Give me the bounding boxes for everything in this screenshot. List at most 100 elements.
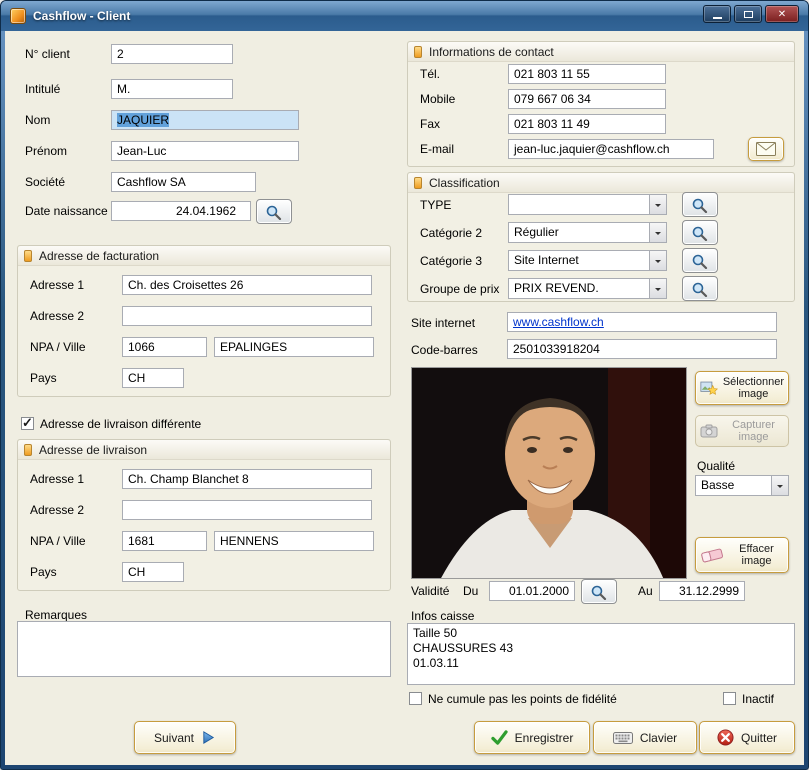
magnifier-icon <box>591 585 607 600</box>
email-field[interactable]: jean-luc.jaquier@cashflow.ch <box>508 139 714 159</box>
validite-lookup-button[interactable] <box>581 579 617 604</box>
date-naissance-lookup-button[interactable] <box>256 199 292 224</box>
infos-caisse-textarea[interactable]: Taille 50 CHAUSSURES 43 01.03.11 <box>407 623 795 685</box>
categorie2-lookup-button[interactable] <box>682 220 718 245</box>
livr-adresse2-label: Adresse 2 <box>30 503 85 517</box>
categorie2-combo[interactable]: Régulier <box>508 222 667 243</box>
date-naissance-label: Date naissance <box>25 204 108 218</box>
minimize-icon <box>712 16 722 19</box>
contact-header: Informations de contact <box>408 42 794 62</box>
quitter-button[interactable]: Quitter <box>699 721 795 754</box>
minimize-button[interactable] <box>703 5 731 23</box>
groupe-prix-lookup-button[interactable] <box>682 276 718 301</box>
selected-text: JAQUIER <box>117 113 170 127</box>
no-client-field[interactable]: 2 <box>111 44 233 64</box>
prenom-field[interactable]: Jean-Luc <box>111 141 299 161</box>
maximize-icon <box>743 10 753 18</box>
livr-adresse1-field[interactable]: Ch. Champ Blanchet 8 <box>122 469 372 489</box>
groupe-prix-value: PRIX REVEND. <box>514 281 599 295</box>
livr-pays-field[interactable]: CH <box>122 562 184 582</box>
livraison-differente-checkbox[interactable] <box>21 415 34 431</box>
tel-field[interactable]: 021 803 11 55 <box>508 64 666 84</box>
intitule-label: Intitulé <box>25 82 61 96</box>
societe-label: Société <box>25 175 66 189</box>
livr-adresse1-label: Adresse 1 <box>30 472 85 486</box>
portrait-image <box>412 368 686 578</box>
societe-field[interactable]: Cashflow SA <box>111 172 256 192</box>
classification-title: Classification <box>429 175 500 190</box>
send-email-button[interactable] <box>748 137 784 161</box>
group-accent-icon <box>414 45 422 58</box>
date-naissance-field[interactable]: 24.04.1962 <box>111 201 251 221</box>
type-lookup-button[interactable] <box>682 192 718 217</box>
inactif-checkbox[interactable] <box>723 692 736 705</box>
selectionner-image-button[interactable]: Sélectionner image <box>695 371 789 405</box>
enregistrer-button[interactable]: Enregistrer <box>474 721 590 754</box>
tel-label: Tél. <box>420 67 441 81</box>
site-internet-field[interactable]: www.cashflow.ch <box>507 312 777 332</box>
client-photo <box>411 367 687 579</box>
groupe-prix-combo[interactable]: PRIX REVEND. <box>508 278 667 299</box>
fact-npa-ville-label: NPA / Ville <box>30 340 86 354</box>
categorie2-label: Catégorie 2 <box>420 226 483 240</box>
qualite-combo[interactable]: Basse <box>695 475 789 496</box>
site-internet-label: Site internet <box>411 316 476 330</box>
close-button[interactable]: ✕ <box>765 5 799 23</box>
qualite-label: Qualité <box>697 459 736 473</box>
mobile-label: Mobile <box>420 92 456 106</box>
livr-npa-field[interactable]: 1681 <box>122 531 207 551</box>
mobile-field[interactable]: 079 667 06 34 <box>508 89 666 109</box>
title-bar[interactable]: Cashflow - Client ✕ <box>1 1 808 31</box>
clavier-button[interactable]: Clavier <box>593 721 697 754</box>
adresse-livraison-group: Adresse de livraison Adresse 1 Ch. Champ… <box>17 439 391 591</box>
remarques-textarea[interactable] <box>17 621 391 677</box>
magnifier-icon <box>692 226 708 241</box>
capturer-image-button[interactable]: Capturer image <box>695 415 789 447</box>
app-icon <box>10 8 26 24</box>
livr-pays-label: Pays <box>30 565 57 579</box>
code-barres-field[interactable]: 2501033918204 <box>507 339 777 359</box>
categorie3-combo[interactable]: Site Internet <box>508 250 667 271</box>
eraser-icon <box>701 548 723 563</box>
site-internet-link[interactable]: www.cashflow.ch <box>513 315 604 329</box>
adresse-facturation-group: Adresse de facturation Adresse 1 Ch. des… <box>17 245 391 397</box>
maximize-button[interactable] <box>734 5 762 23</box>
fact-pays-field[interactable]: CH <box>122 368 184 388</box>
fidelite-checkbox[interactable] <box>409 692 422 705</box>
livr-npa-ville-label: NPA / Ville <box>30 534 86 548</box>
fact-ville-field[interactable]: EPALINGES <box>214 337 374 357</box>
suivant-button[interactable]: Suivant <box>134 721 236 754</box>
group-accent-icon <box>24 443 32 456</box>
fact-adresse1-field[interactable]: Ch. des Croisettes 26 <box>122 275 372 295</box>
close-circle-icon <box>717 729 734 746</box>
contact-title: Informations de contact <box>429 44 554 59</box>
validite-du-label: Du <box>463 584 479 598</box>
chevron-down-icon <box>649 195 666 214</box>
categorie3-lookup-button[interactable] <box>682 248 718 273</box>
quitter-label: Quitter <box>740 730 777 745</box>
nom-field[interactable]: JAQUIER <box>111 110 299 130</box>
nom-label: Nom <box>25 113 51 127</box>
fact-pays-label: Pays <box>30 371 57 385</box>
validite-au-label: Au <box>638 584 653 598</box>
type-combo[interactable] <box>508 194 667 215</box>
fact-npa-field[interactable]: 1066 <box>122 337 207 357</box>
prenom-label: Prénom <box>25 144 68 158</box>
livr-adresse2-field[interactable] <box>122 500 372 520</box>
no-client-label: N° client <box>25 47 70 61</box>
fact-adresse2-label: Adresse 2 <box>30 309 85 323</box>
envelope-icon <box>756 142 776 156</box>
fax-field[interactable]: 021 803 11 49 <box>508 114 666 134</box>
remarques-label: Remarques <box>25 608 88 622</box>
select-image-icon <box>700 381 718 395</box>
effacer-image-button[interactable]: Effacer image <box>695 537 789 573</box>
fact-adresse2-field[interactable] <box>122 306 372 326</box>
validite-au-field[interactable]: 31.12.2999 <box>659 581 745 601</box>
intitule-field[interactable]: M. <box>111 79 233 99</box>
livr-ville-field[interactable]: HENNENS <box>214 531 374 551</box>
camera-icon <box>700 424 718 438</box>
validite-du-field[interactable]: 01.01.2000 <box>489 581 575 601</box>
effacer-image-label: Effacer image <box>739 543 774 567</box>
magnifier-icon <box>692 282 708 297</box>
window-controls: ✕ <box>703 5 799 23</box>
